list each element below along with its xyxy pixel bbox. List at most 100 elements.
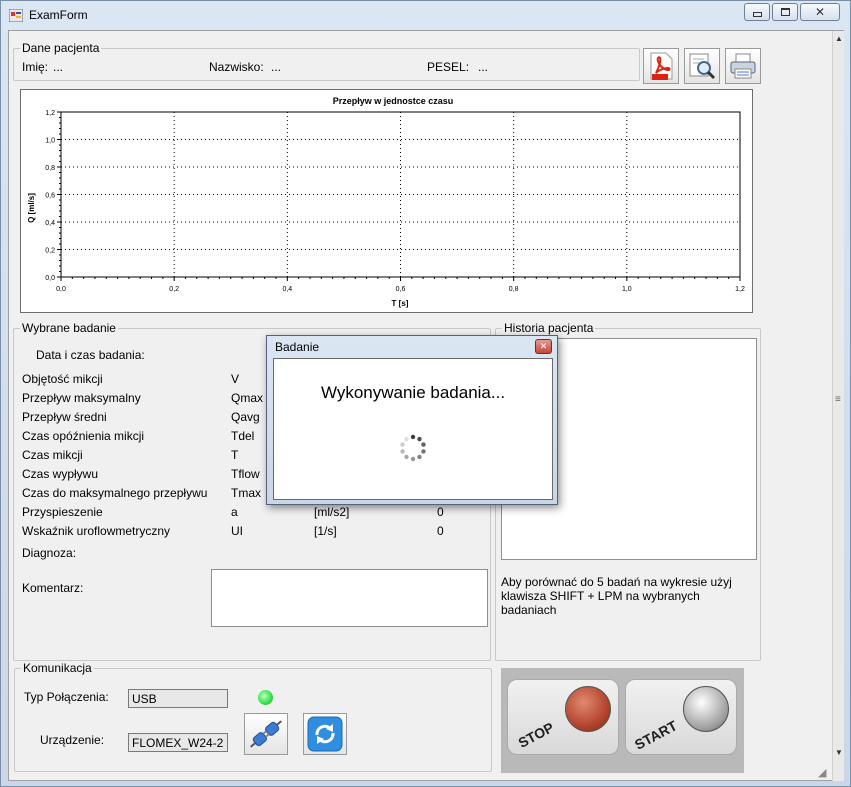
param-name: Przepływ maksymalny — [22, 391, 141, 405]
connection-status-led — [258, 690, 273, 705]
first-name-value: ... — [53, 60, 64, 74]
stop-label: STOP — [515, 719, 557, 751]
flow-chart: Przepływ w jednostce czasu T [s] Q [ml/s… — [20, 89, 753, 313]
control-panel: STOP START — [501, 668, 744, 773]
chart-x-tick-label: 0,0 — [56, 286, 66, 293]
window-title: ExamForm — [29, 8, 88, 22]
stop-lamp — [565, 686, 611, 732]
chart-x-axis-label: T [s] — [392, 299, 409, 308]
spinner-dot — [400, 449, 405, 454]
param-name: Czas mikcji — [22, 448, 83, 462]
connect-button[interactable] — [244, 713, 288, 755]
param-symbol: UI — [231, 524, 243, 538]
param-name: Przepływ średni — [22, 410, 107, 424]
connection-type-label: Typ Połączenia: — [24, 690, 109, 704]
print-preview-icon — [689, 53, 716, 80]
param-name: Czas do maksymalnego przepływu — [22, 486, 208, 500]
dialog-content: Wykonywanie badania... — [273, 358, 553, 500]
resize-grip-icon[interactable]: ◢ — [818, 766, 826, 779]
param-name: Objętość mikcji — [22, 372, 103, 386]
pdf-export-icon — [650, 52, 673, 80]
chart-y-tick-label: 0,2 — [45, 248, 55, 255]
exam-form-window: ExamForm ✕ Dane pacjenta Imię: ... Nazwi… — [0, 0, 851, 787]
spinner-dot — [417, 436, 422, 442]
communication-group: Komunikacja Typ Połączenia: USB Urządzen… — [14, 661, 492, 772]
chart-y-tick-label: 0,6 — [45, 193, 55, 200]
comment-label: Komentarz: — [22, 581, 84, 595]
spinner-dot — [417, 454, 422, 460]
device-label: Urządzenie: — [40, 733, 105, 747]
connection-type-field[interactable]: USB — [128, 689, 228, 708]
chart-x-tick-label: 0,6 — [396, 286, 406, 293]
spinner-dot — [421, 449, 426, 454]
flow-chart-svg: Przepływ w jednostce czasu T [s] Q [ml/s… — [27, 96, 745, 308]
spinner-dot — [410, 434, 416, 440]
start-button[interactable]: START — [625, 679, 737, 755]
spinner-dot — [421, 442, 426, 447]
dialog-title: Badanie — [275, 340, 320, 354]
chart-x-tick-label: 0,2 — [169, 286, 179, 293]
chart-y-tick-label: 1,2 — [45, 110, 55, 117]
close-button[interactable]: ✕ — [800, 3, 840, 21]
close-icon: ✕ — [539, 341, 548, 351]
printer-icon — [730, 53, 756, 79]
last-name-value: ... — [271, 60, 282, 74]
stop-button[interactable]: STOP — [507, 679, 619, 755]
history-hint: Aby porównać do 5 badań na wykresie użyj… — [501, 575, 732, 617]
refresh-button[interactable] — [303, 713, 347, 755]
spinner-dot — [404, 436, 409, 442]
param-name: Wskaźnik uroflowmetryczny — [22, 524, 171, 538]
param-value: 0 — [437, 524, 444, 538]
start-label: START — [631, 717, 680, 753]
selected-exam-group-title: Wybrane badanie — [20, 321, 118, 335]
print-preview-button[interactable] — [684, 48, 720, 84]
param-name: Przyspieszenie — [22, 505, 103, 519]
chart-title: Przepływ w jednostce czasu — [333, 96, 454, 106]
patient-group-title: Dane pacjenta — [20, 41, 102, 55]
chart-y-tick-label: 0,0 — [45, 275, 55, 282]
param-unit: [1/s] — [314, 524, 337, 538]
print-button[interactable] — [725, 48, 761, 84]
spinner-dot — [410, 456, 416, 462]
scroll-up-icon[interactable]: ▲ — [835, 34, 843, 43]
spinner-dot — [404, 454, 409, 460]
maximize-button[interactable] — [772, 3, 798, 21]
param-symbol: Tflow — [231, 467, 260, 481]
exam-datetime-label: Data i czas badania: — [36, 348, 145, 362]
loading-spinner-icon — [400, 434, 426, 462]
chart-y-tick-label: 1,0 — [45, 138, 55, 145]
minimize-button[interactable] — [744, 3, 770, 21]
plug-connect-icon — [250, 720, 282, 748]
communication-group-title: Komunikacja — [21, 661, 94, 675]
device-field[interactable]: FLOMEX_W24-2 — [128, 733, 228, 752]
export-pdf-button[interactable] — [643, 48, 679, 84]
param-name: Czas opóźnienia mikcji — [22, 429, 145, 443]
refresh-icon — [307, 716, 343, 752]
patient-history-group-title: Historia pacjenta — [502, 321, 596, 335]
vertical-scrollbar[interactable]: ▲ ≡ ▼ — [832, 31, 844, 781]
chart-y-tick-label: 0,8 — [45, 165, 55, 172]
title-bar[interactable]: ExamForm ✕ — [1, 1, 850, 29]
param-symbol: a — [231, 505, 238, 519]
scroll-down-icon[interactable]: ▼ — [835, 748, 843, 757]
close-icon: ✕ — [814, 5, 826, 19]
maximize-icon — [780, 8, 790, 16]
diagnosis-label: Diagnoza: — [22, 546, 77, 560]
chart-x-tick-label: 1,0 — [622, 286, 632, 293]
comment-textarea[interactable] — [211, 569, 488, 627]
chart-y-axis-label: Q [ml/s] — [27, 193, 36, 223]
pesel-label: PESEL: — [427, 60, 470, 74]
scroll-grip-icon[interactable]: ≡ — [835, 394, 841, 405]
patient-group: Dane pacjenta Imię: ... Nazwisko: ... PE… — [13, 41, 640, 81]
dialog-close-button[interactable]: ✕ — [535, 339, 552, 354]
pesel-value: ... — [478, 60, 489, 74]
chart-plot-area: 0,0 0,2 0,4 0,6 0,8 1,0 1,2 0,0 0,2 0,4 0,6 0,8 1,0 1… — [45, 110, 745, 293]
param-value: 0 — [437, 505, 444, 519]
minimize-icon — [752, 11, 762, 17]
spinner-dot — [400, 442, 405, 447]
first-name-label: Imię: — [22, 60, 49, 74]
chart-x-tick-label: 0,8 — [509, 286, 519, 293]
dialog-message: Wykonywanie badania... — [320, 383, 506, 402]
last-name-label: Nazwisko: — [209, 60, 264, 74]
chart-x-tick-label: 1,2 — [735, 286, 745, 293]
